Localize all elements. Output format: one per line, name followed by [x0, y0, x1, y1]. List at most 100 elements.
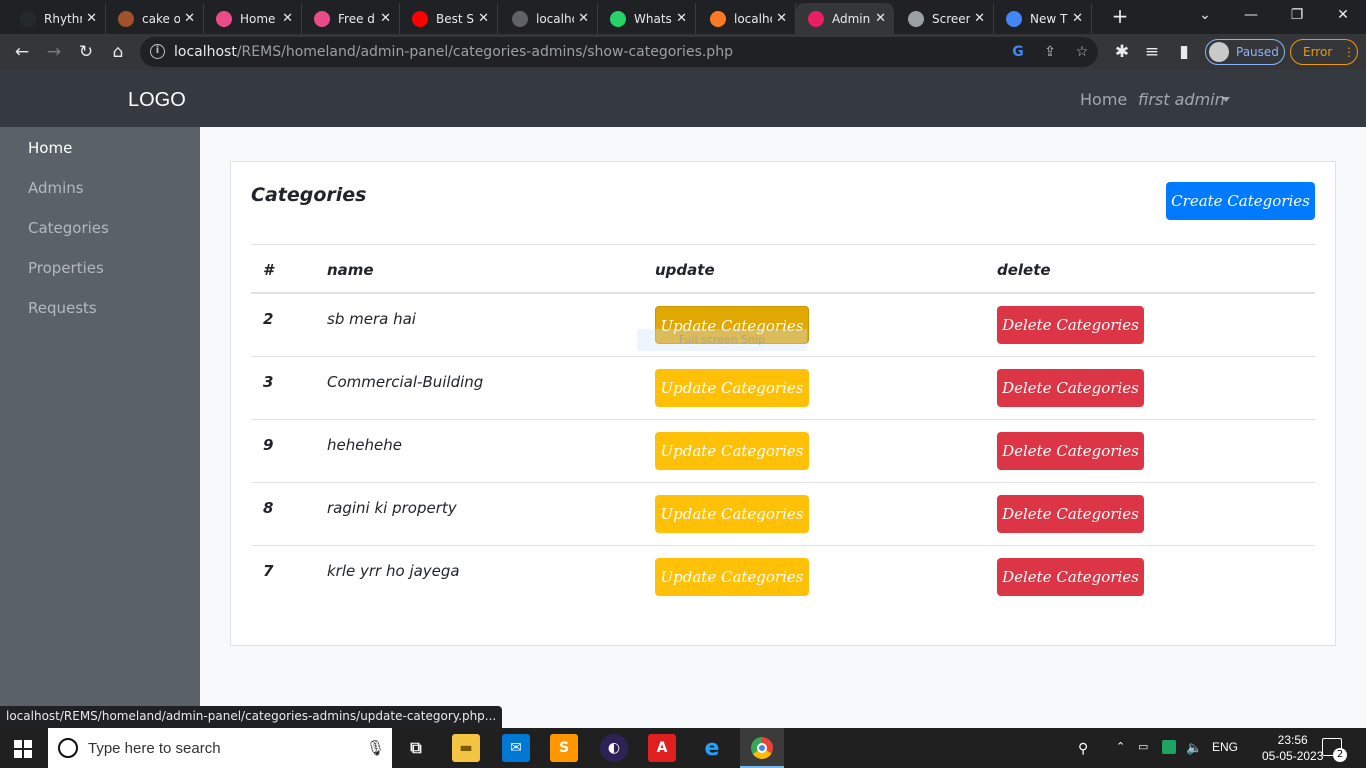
close-tab-icon[interactable]: ✕ [578, 11, 589, 26]
sidebar-item-admins[interactable]: Admins [28, 179, 84, 197]
header-id: # [263, 261, 274, 279]
update-categories-button[interactable]: Update Categories [655, 369, 809, 407]
browser-tab[interactable]: localho ✕ [500, 3, 598, 34]
dribbble-icon [216, 10, 232, 27]
browser-tab[interactable]: Screen ✕ [896, 3, 994, 34]
caret-down-icon [1222, 97, 1230, 102]
browser-tab[interactable]: localho ✕ [698, 3, 796, 34]
people-icon[interactable]: ⚲ [1078, 740, 1088, 757]
windows-start-icon[interactable] [14, 740, 32, 758]
tab-title: Home [240, 11, 276, 26]
close-tab-icon[interactable]: ✕ [282, 11, 293, 26]
clock[interactable]: 23:56 05-05-2023 [1262, 732, 1323, 764]
bookmark-star-icon[interactable]: ☆ [1072, 42, 1092, 62]
site-info-icon[interactable]: i [150, 44, 165, 59]
browser-tab[interactable]: Best S ✕ [400, 3, 498, 34]
browser-tab[interactable]: Home ✕ [204, 3, 302, 34]
sidebar-item-requests[interactable]: Requests [28, 299, 97, 317]
minimize-icon[interactable]: — [1228, 0, 1274, 34]
close-tab-icon[interactable]: ✕ [380, 11, 391, 26]
sidebar-item-home[interactable]: Home [28, 139, 72, 157]
create-categories-button[interactable]: Create Categories [1166, 182, 1315, 220]
media-control-icon[interactable]: ≡ [1140, 40, 1164, 64]
close-tab-icon[interactable]: ✕ [86, 11, 97, 26]
row-id: 8 [263, 499, 274, 517]
search-icon [58, 738, 78, 758]
logo[interactable]: LOGO [128, 89, 186, 112]
sidebar-item-categories[interactable]: Categories [28, 219, 109, 237]
profile-button[interactable]: Paused [1205, 39, 1285, 65]
chrome-icon [1006, 10, 1022, 27]
language-indicator[interactable]: ENG [1212, 740, 1238, 754]
extensions-icon[interactable]: ✱ [1110, 40, 1134, 64]
browser-tab[interactable]: Admin ✕ [796, 3, 894, 34]
close-tab-icon[interactable]: ✕ [478, 11, 489, 26]
acrobat-icon[interactable]: A [648, 734, 676, 762]
microphone-icon[interactable]: 🎙 [366, 739, 385, 757]
close-tab-icon[interactable]: ✕ [1072, 11, 1083, 26]
wifi-app-icon[interactable] [1162, 740, 1176, 754]
volume-muted-icon[interactable]: 🔈 [1186, 740, 1202, 756]
close-tab-icon[interactable]: ✕ [974, 11, 985, 26]
table-row: 9 hehehehe Update Categories Delete Categor… [251, 420, 1315, 483]
new-tab-button[interactable]: + [1108, 4, 1132, 28]
delete-categories-button[interactable]: Delete Categories [997, 369, 1144, 407]
edge-icon[interactable]: e [698, 734, 726, 762]
browser-tab-strip: Rhythm✕cake o✕Home✕Free d✕Best S✕localho… [0, 0, 1366, 34]
tab-title: localho [734, 11, 772, 26]
delete-categories-button[interactable]: Delete Categories [997, 306, 1144, 344]
browser-tab[interactable]: cake o ✕ [106, 3, 204, 34]
address-bar[interactable]: i localhost/REMS/homeland/admin-panel/ca… [140, 37, 1098, 67]
table-header: # name update delete [251, 244, 1315, 294]
tab-search-icon[interactable]: ⌄ [1182, 0, 1228, 34]
chrome-icon[interactable] [748, 734, 776, 762]
task-view-icon[interactable]: ⧉ [402, 734, 430, 762]
update-categories-button[interactable]: Update Categories [655, 432, 809, 470]
mail-icon[interactable]: ✉ [502, 734, 530, 762]
taskbar-search[interactable]: Type here to search 🎙 [48, 728, 392, 768]
close-tab-icon[interactable]: ✕ [875, 11, 886, 26]
delete-categories-button[interactable]: Delete Categories [997, 495, 1144, 533]
url-text[interactable]: localhost/REMS/homeland/admin-panel/cate… [174, 44, 733, 60]
error-button[interactable]: Error ⋮ [1290, 39, 1358, 65]
sidebar: Home Admins Categories Properties Requests [0, 127, 200, 728]
tab-title: cake o [142, 11, 181, 26]
delete-categories-button[interactable]: Delete Categories [997, 558, 1144, 596]
browser-tab[interactable]: Free d ✕ [302, 3, 400, 34]
update-categories-button[interactable]: Update Categories [655, 495, 809, 533]
browser-tab[interactable]: New T ✕ [994, 3, 1092, 34]
sidebar-item-properties[interactable]: Properties [28, 259, 104, 277]
close-tab-icon[interactable]: ✕ [184, 11, 195, 26]
update-categories-button[interactable]: Update Categories [655, 558, 809, 596]
forward-arrow-icon[interactable]: → [42, 40, 66, 64]
user-dropdown[interactable]: first admin [1138, 90, 1225, 109]
table-row: 7 krle yrr ho jayega Update Categories Dele… [251, 546, 1315, 609]
home-icon[interactable]: ⌂ [106, 40, 130, 64]
youtube-icon [412, 10, 428, 27]
notification-badge: 2 [1333, 748, 1347, 762]
share-icon[interactable]: ⇪ [1040, 42, 1060, 62]
reload-icon[interactable]: ↻ [74, 40, 98, 64]
google-lens-icon[interactable]: G [1008, 42, 1028, 62]
battery-icon[interactable]: ▭ [1138, 740, 1148, 753]
table-row: 8 ragini ki property Update Categories Dele… [251, 483, 1315, 546]
restore-icon[interactable]: ❐ [1274, 0, 1320, 34]
row-name: hehehehe [327, 436, 402, 454]
close-window-icon[interactable]: ✕ [1320, 0, 1366, 34]
eclipse-icon[interactable]: ◐ [600, 734, 628, 762]
dribbble-icon [314, 10, 330, 27]
close-tab-icon[interactable]: ✕ [676, 11, 687, 26]
page-title: Categories [251, 184, 367, 206]
nav-home-link[interactable]: Home [1080, 90, 1127, 109]
browser-tab[interactable]: Whats ✕ [598, 3, 696, 34]
cake-icon [118, 10, 134, 27]
close-tab-icon[interactable]: ✕ [776, 11, 787, 26]
file-explorer-icon[interactable]: ▬ [452, 734, 480, 762]
browser-tab[interactable]: Rhythm ✕ [8, 3, 106, 34]
tab-title: Free d [338, 11, 375, 26]
sublime-text-icon[interactable]: S [550, 734, 578, 762]
side-panel-icon[interactable]: ▮ [1172, 40, 1196, 64]
back-arrow-icon[interactable]: ← [10, 40, 34, 64]
chevron-up-icon[interactable]: ⌃ [1116, 740, 1125, 753]
delete-categories-button[interactable]: Delete Categories [997, 432, 1144, 470]
